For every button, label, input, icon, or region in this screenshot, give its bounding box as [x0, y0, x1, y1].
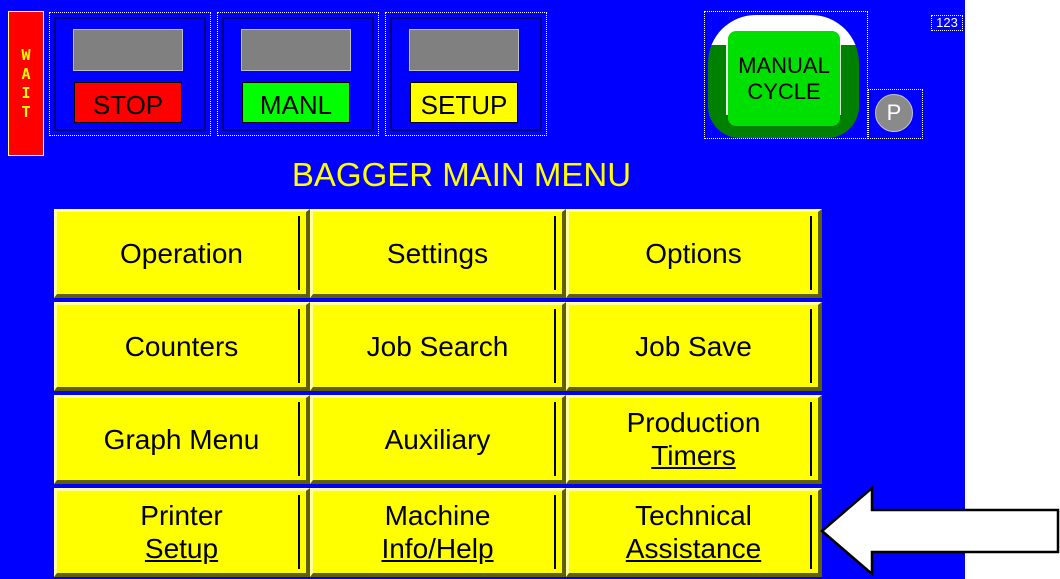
keypad-icon[interactable]: 123: [931, 15, 963, 31]
manual-cycle-label-line1: MANUAL: [738, 52, 830, 78]
job-save-button[interactable]: Job Save: [566, 302, 822, 391]
technical-assistance-button[interactable]: Technical Assistance: [566, 488, 822, 577]
p-button[interactable]: P: [875, 94, 913, 132]
operation-button[interactable]: Operation: [54, 209, 310, 298]
stop-status-display: [73, 29, 183, 71]
production-timers-button[interactable]: Production Timers: [566, 395, 822, 484]
printer-setup-button[interactable]: Printer Setup: [54, 488, 310, 577]
stop-mode-panel: STOP: [49, 12, 211, 136]
wait-letter: A: [21, 64, 31, 83]
manual-mode-panel: MANL: [217, 12, 379, 136]
graph-menu-button[interactable]: Graph Menu: [54, 395, 310, 484]
setup-mode-button[interactable]: SETUP: [410, 82, 518, 123]
manual-cycle-button[interactable]: MANUAL CYCLE: [728, 31, 840, 126]
wait-letter: T: [21, 102, 31, 121]
manual-mode-button[interactable]: MANL: [242, 82, 350, 123]
wait-indicator: W A I T: [8, 11, 44, 156]
manual-cycle-label-line2: CYCLE: [747, 78, 821, 104]
job-search-button[interactable]: Job Search: [310, 302, 566, 391]
p-button-frame: P: [868, 89, 923, 139]
setup-status-display: [409, 29, 519, 71]
auxiliary-button[interactable]: Auxiliary: [310, 395, 566, 484]
settings-button[interactable]: Settings: [310, 209, 566, 298]
manual-status-display: [241, 29, 351, 71]
left-arrow-icon: [820, 486, 1060, 577]
wait-letter: W: [21, 45, 31, 64]
page-title: BAGGER MAIN MENU: [291, 156, 632, 193]
setup-mode-panel: SETUP: [385, 12, 547, 136]
counters-button[interactable]: Counters: [54, 302, 310, 391]
options-button[interactable]: Options: [566, 209, 822, 298]
stop-button[interactable]: STOP: [74, 82, 182, 123]
machine-info-help-button[interactable]: Machine Info/Help: [310, 488, 566, 577]
manual-cycle-panel: MANUAL CYCLE: [704, 11, 868, 139]
wait-letter: I: [21, 83, 31, 102]
